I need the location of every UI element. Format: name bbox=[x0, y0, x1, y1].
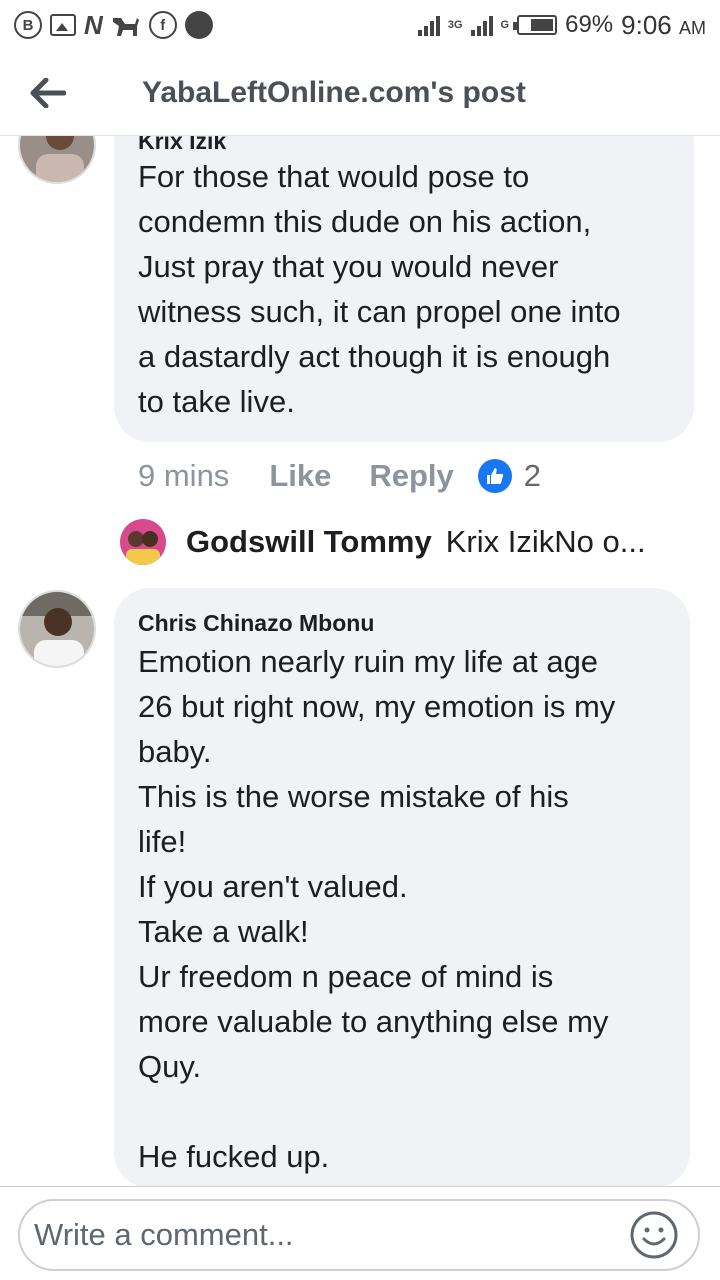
reply-avatar bbox=[120, 519, 166, 565]
network-g-label: G bbox=[500, 18, 510, 31]
reaction-count[interactable]: 2 bbox=[524, 458, 541, 494]
reply-author[interactable]: Godswill Tommy bbox=[186, 524, 432, 560]
back-button[interactable] bbox=[0, 50, 96, 136]
b-app-icon: B bbox=[14, 11, 42, 39]
commenter-avatar[interactable] bbox=[18, 590, 96, 668]
comment-actions: 9 mins Like Reply 2 bbox=[138, 458, 541, 494]
dog-icon bbox=[112, 18, 139, 36]
comment-author[interactable]: Chris Chinazo Mbonu bbox=[138, 610, 666, 637]
comment-bubble[interactable]: Krix Izik For those that would pose to c… bbox=[114, 136, 694, 442]
comment-bubble[interactable]: Chris Chinazo Mbonu Emotion nearly ruin … bbox=[114, 588, 690, 1186]
notification-dot-icon bbox=[184, 11, 213, 39]
comment-timestamp[interactable]: 9 mins bbox=[138, 458, 229, 494]
gallery-icon bbox=[50, 14, 76, 36]
page-title: YabaLeftOnline.com's post bbox=[142, 75, 526, 109]
post-header: YabaLeftOnline.com's post bbox=[0, 50, 720, 136]
reply-preview[interactable]: Godswill Tommy Krix IzikNo o... bbox=[120, 516, 646, 568]
comment-composer bbox=[0, 1186, 720, 1280]
reply-text: Krix IzikNo o... bbox=[445, 524, 646, 559]
status-bar: B N f 3G G 69% 9:06 AM bbox=[0, 0, 720, 50]
reply-button[interactable]: Reply bbox=[369, 458, 453, 494]
signal-bars-icon bbox=[417, 14, 440, 36]
clock: 9:06 AM bbox=[621, 10, 706, 41]
back-arrow-icon bbox=[30, 77, 66, 108]
comment-text: Emotion nearly ruin my life at age 26 bu… bbox=[138, 644, 616, 1174]
n-app-icon: N bbox=[84, 9, 103, 40]
signal-bars-2-icon bbox=[470, 14, 493, 36]
network-3g-label: 3G bbox=[447, 18, 463, 31]
comment-input[interactable] bbox=[34, 1217, 628, 1253]
commenter-avatar[interactable] bbox=[18, 136, 96, 184]
comments-list[interactable]: Krix Izik For those that would pose to c… bbox=[0, 136, 720, 1186]
battery-percent: 69% bbox=[565, 11, 614, 38]
clock-ampm: AM bbox=[679, 17, 706, 38]
battery-icon bbox=[513, 15, 558, 35]
thumbs-up-icon[interactable] bbox=[477, 459, 512, 493]
emoji-icon[interactable] bbox=[628, 1209, 680, 1261]
like-button[interactable]: Like bbox=[269, 458, 331, 494]
comment-input-box[interactable] bbox=[18, 1199, 700, 1271]
comment-text: For those that would pose to condemn thi… bbox=[138, 159, 621, 419]
facebook-icon: f bbox=[148, 11, 177, 39]
clock-time: 9:06 bbox=[621, 9, 672, 40]
comment-author[interactable]: Krix Izik bbox=[138, 136, 670, 154]
